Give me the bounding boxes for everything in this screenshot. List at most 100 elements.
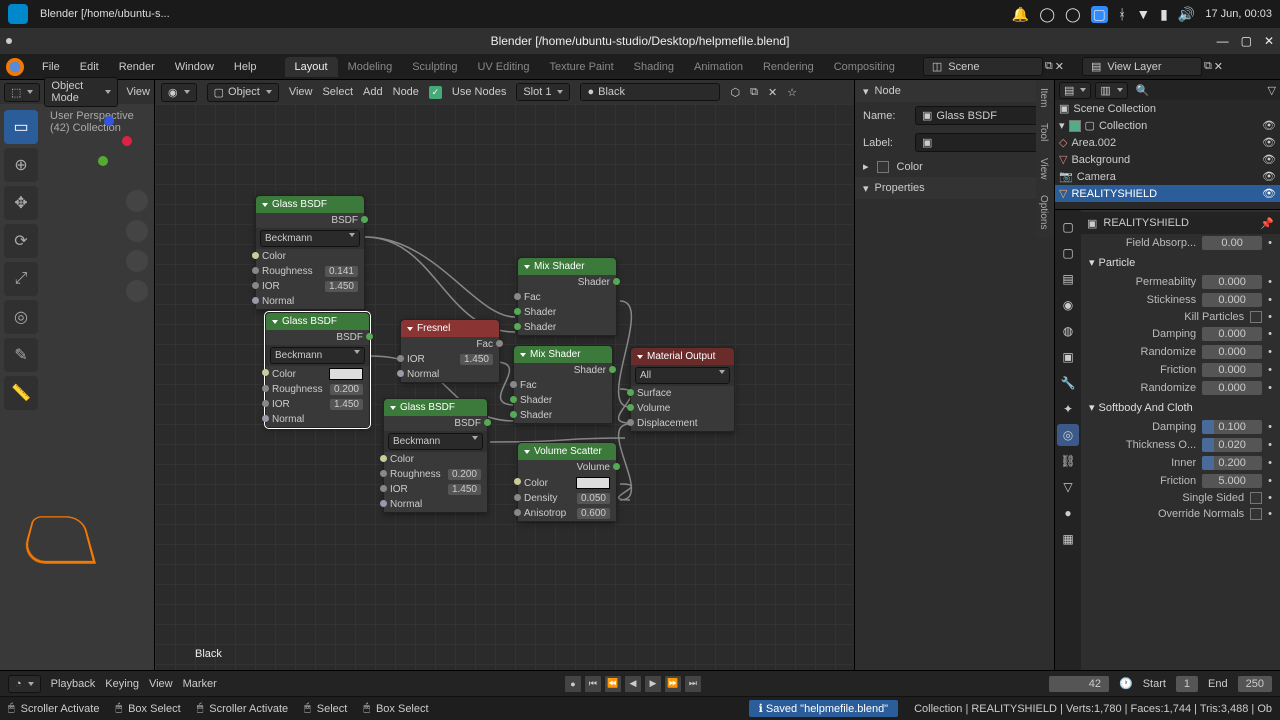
copy-icon[interactable]: ⧉ <box>750 86 758 99</box>
ne-menu-add[interactable]: Add <box>363 86 383 98</box>
editor-type-dropdown[interactable]: ⬚ <box>4 83 40 102</box>
vtab-item[interactable]: Item <box>1036 80 1051 115</box>
randomize1-value[interactable]: 0.000 <box>1202 345 1262 359</box>
outliner-type[interactable]: ▤ <box>1059 82 1091 99</box>
play-rev-button[interactable]: ◀ <box>624 675 642 693</box>
jump-end-button[interactable]: ⏭ <box>684 675 702 693</box>
tl-playback[interactable]: Playback <box>51 678 96 690</box>
ne-menu-select[interactable]: Select <box>322 86 353 98</box>
node-label-input[interactable]: ▣ <box>915 133 1046 152</box>
tab-layout[interactable]: Layout <box>285 57 338 77</box>
scene-selector[interactable]: ◫ Scene <box>923 57 1043 76</box>
mode-dropdown[interactable]: Object Mode <box>44 77 118 107</box>
bluetooth-icon[interactable]: ᚼ <box>1118 6 1126 22</box>
ol-scene-collection[interactable]: ▣Scene Collection <box>1055 100 1280 117</box>
scene-delete-icon[interactable]: ✕ <box>1055 60 1064 73</box>
stickiness-value[interactable]: 0.000 <box>1202 293 1262 307</box>
tl-clock-icon[interactable]: 🕐 <box>1119 677 1133 690</box>
sb-friction-value[interactable]: 5.000 <box>1202 474 1262 488</box>
panel-properties[interactable]: ▾Properties <box>855 177 1054 199</box>
proptab-render[interactable]: ▢ <box>1057 216 1079 238</box>
layer-new-icon[interactable]: ⧉ <box>1204 60 1212 73</box>
single-sided-checkbox[interactable] <box>1250 492 1262 504</box>
tool-measure[interactable]: 📏 <box>4 376 38 410</box>
menu-help[interactable]: Help <box>224 61 267 73</box>
permeability-value[interactable]: 0.000 <box>1202 275 1262 289</box>
close-button[interactable]: ✕ <box>1264 34 1274 48</box>
bell-icon[interactable]: 🔔 <box>1012 6 1029 23</box>
tab-sculpting[interactable]: Sculpting <box>402 57 467 77</box>
proptab-data[interactable]: ▽ <box>1057 476 1079 498</box>
layer-delete-icon[interactable]: ✕ <box>1214 60 1223 73</box>
ol-item-camera[interactable]: 📷Camera👁 <box>1055 168 1280 185</box>
use-nodes-checkbox[interactable]: ✓ <box>429 86 442 99</box>
node-fresnel[interactable]: Fresnel Fac IOR1.450 Normal <box>400 319 500 383</box>
gizmo-pan-icon[interactable] <box>126 220 148 242</box>
volume-icon[interactable]: 🔊 <box>1178 6 1195 23</box>
inner-value[interactable]: 0.200 <box>1202 456 1262 470</box>
proptab-physics[interactable]: ◎ <box>1057 424 1079 446</box>
material-selector[interactable]: ●Black <box>580 83 720 101</box>
ne-menu-view[interactable]: View <box>289 86 313 98</box>
node-material-output[interactable]: Material Output All Surface Volume Displ… <box>630 347 735 432</box>
scene-new-icon[interactable]: ⧉ <box>1045 60 1053 73</box>
gizmo-camera-icon[interactable] <box>126 250 148 272</box>
proptab-viewlayer[interactable]: ▤ <box>1057 268 1079 290</box>
proptab-material[interactable]: ● <box>1057 502 1079 524</box>
randomize2-value[interactable]: 0.000 <box>1202 381 1262 395</box>
panel-softbody[interactable]: ▾Softbody And Cloth <box>1081 397 1280 418</box>
tool-scale[interactable]: ⤢ <box>4 262 38 296</box>
start-frame[interactable]: 1 <box>1176 676 1198 692</box>
tool-select-box[interactable]: ▭ <box>4 110 38 144</box>
blender-logo-icon[interactable] <box>6 58 24 76</box>
timeline[interactable]: ◔ Playback Keying View Marker ● ⏮ ⏪ ◀ ▶ … <box>0 670 1280 696</box>
maximize-button[interactable]: ▢ <box>1241 34 1252 48</box>
ol-item-realityshield[interactable]: ▽REALITYSHIELD👁 <box>1055 185 1280 202</box>
proptab-modifiers[interactable]: 🔧 <box>1057 372 1079 394</box>
panel-node[interactable]: ▾Node <box>855 80 1054 102</box>
menu-edit[interactable]: Edit <box>70 61 109 73</box>
discord-icon[interactable]: ◯ <box>1039 6 1055 23</box>
node-mix-shader-1[interactable]: Mix Shader Shader Fac Shader Shader <box>517 257 617 336</box>
proptab-particles[interactable]: ✦ <box>1057 398 1079 420</box>
vtab-options[interactable]: Options <box>1036 187 1051 237</box>
menu-window[interactable]: Window <box>165 61 224 73</box>
vtab-view[interactable]: View <box>1036 150 1051 188</box>
friction-value[interactable]: 0.000 <box>1202 363 1262 377</box>
3d-viewport[interactable]: ⬚ Object Mode View User Perspective (42)… <box>0 80 155 670</box>
tl-marker[interactable]: Marker <box>183 678 217 690</box>
kill-particles-checkbox[interactable] <box>1250 311 1262 323</box>
proptab-texture[interactable]: ▦ <box>1057 528 1079 550</box>
outliner-filter-icon[interactable]: ▽ <box>1268 84 1276 97</box>
node-glass-bsdf-3[interactable]: Glass BSDF BSDF Beckmann Color Roughness… <box>383 398 488 513</box>
discord-icon-2[interactable]: ◯ <box>1065 6 1081 23</box>
tl-view[interactable]: View <box>149 678 173 690</box>
panel-particle[interactable]: ▾Particle <box>1081 252 1280 273</box>
clock[interactable]: 17 Jun, 00:03 <box>1205 8 1272 20</box>
viewlayer-selector[interactable]: ▤ View Layer <box>1082 57 1202 76</box>
shader-editor[interactable]: ◉ ▢Object View Select Add Node ✓ Use Nod… <box>155 80 855 670</box>
tool-move[interactable]: ✥ <box>4 186 38 220</box>
tab-compositing[interactable]: Compositing <box>824 57 905 77</box>
proptab-object[interactable]: ▣ <box>1057 346 1079 368</box>
thickness-value[interactable]: 0.020 <box>1202 438 1262 452</box>
proptab-world[interactable]: ◍ <box>1057 320 1079 342</box>
viewport-view-menu[interactable]: View <box>126 86 150 98</box>
node-glass-bsdf-1[interactable]: Glass BSDF BSDF Beckmann Color Roughness… <box>255 195 365 310</box>
pin-icon[interactable]: ⬡ <box>730 86 740 99</box>
gizmo-zoom-icon[interactable] <box>126 190 148 212</box>
node-glass-bsdf-2[interactable]: Glass BSDF BSDF Beckmann Color Roughness… <box>265 312 370 428</box>
ol-item-background[interactable]: ▽Background👁 <box>1055 151 1280 168</box>
shader-type-dropdown[interactable]: ▢Object <box>207 83 279 102</box>
node-mix-shader-2[interactable]: Mix Shader Shader Fac Shader Shader <box>513 345 613 424</box>
ol-collection[interactable]: ▾▢Collection👁 <box>1055 117 1280 134</box>
tool-annotate[interactable]: ✎ <box>4 338 38 372</box>
zoom-icon[interactable]: ▢ <box>1091 6 1108 23</box>
outliner-filter[interactable]: ▥ <box>1095 82 1127 99</box>
menu-file[interactable]: File <box>32 61 70 73</box>
tab-animation[interactable]: Animation <box>684 57 753 77</box>
proptab-output[interactable]: ▢ <box>1057 242 1079 264</box>
override-normals-checkbox[interactable] <box>1250 508 1262 520</box>
tab-modeling[interactable]: Modeling <box>338 57 403 77</box>
node-name-input[interactable]: ▣Glass BSDF <box>915 106 1046 125</box>
